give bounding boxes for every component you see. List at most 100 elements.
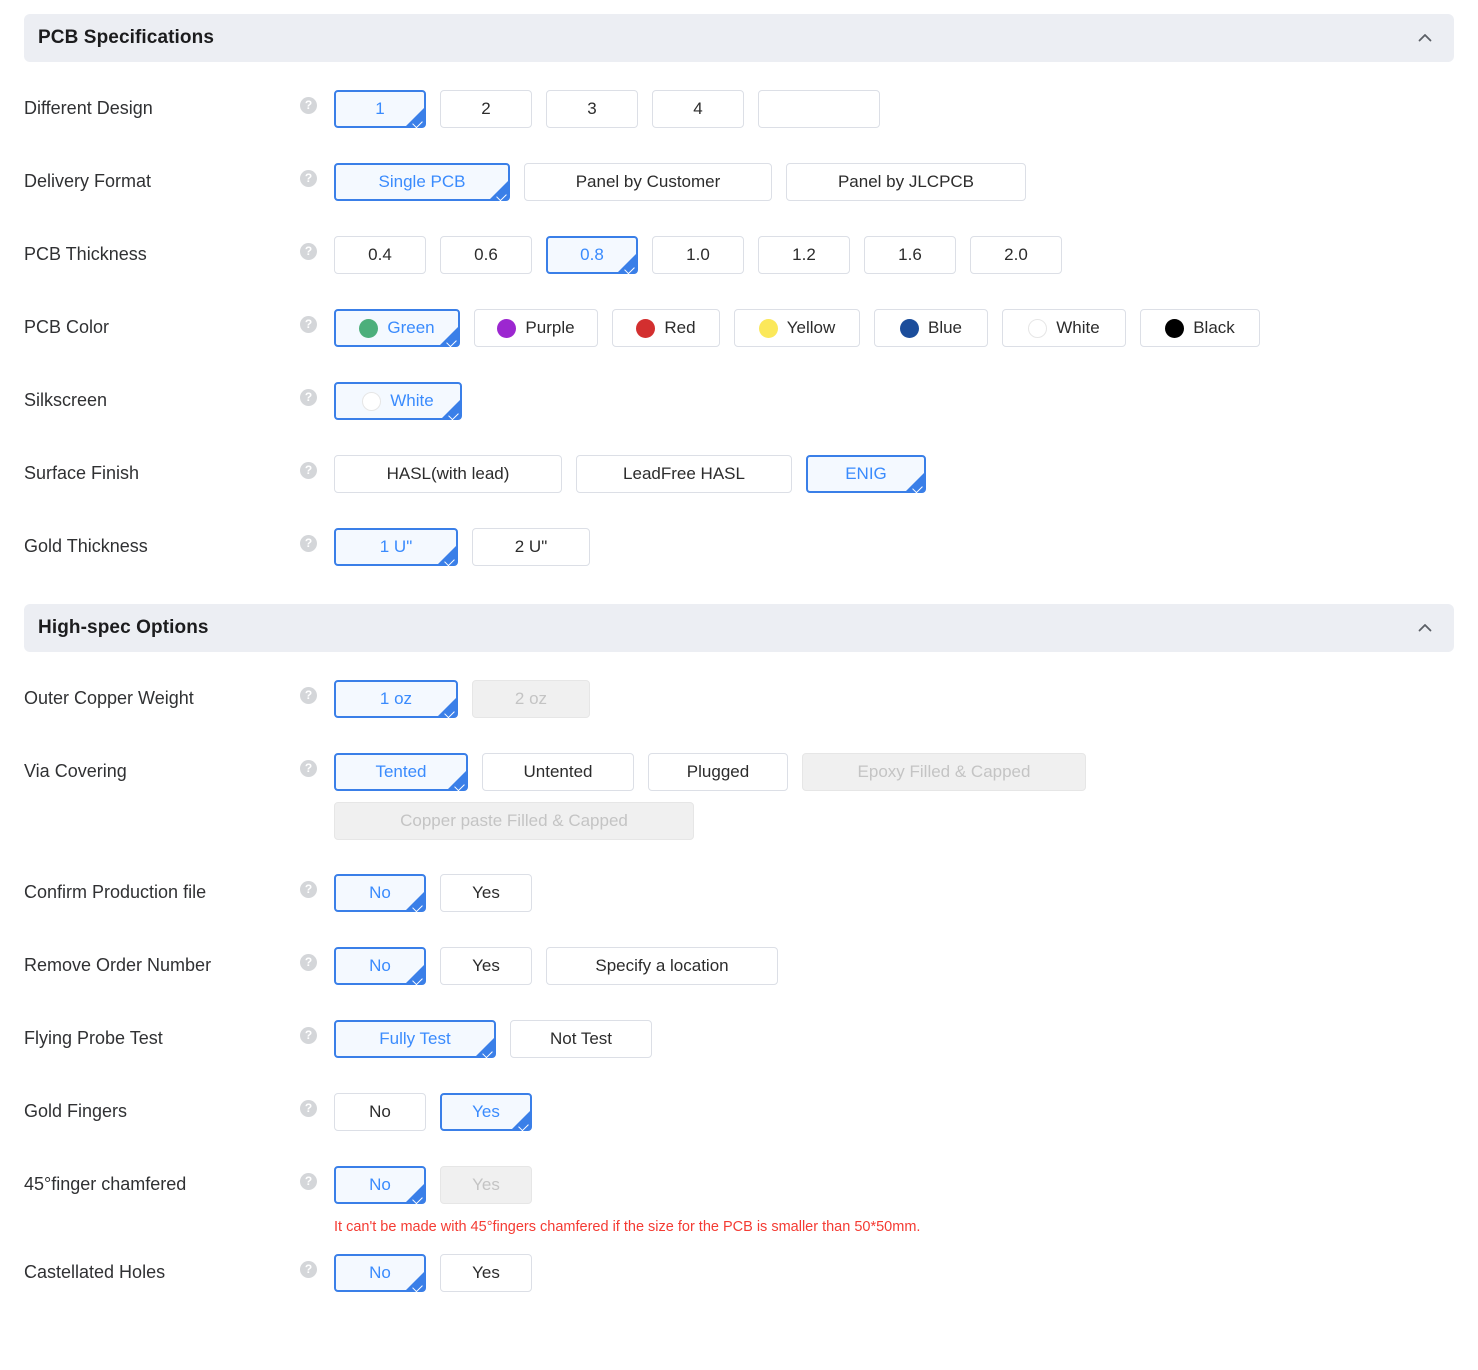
option-via-covering-untented[interactable]: Untented <box>482 753 634 791</box>
option-via-covering-tented[interactable]: Tented <box>334 753 468 792</box>
option-castellated-holes-yes[interactable]: Yes <box>440 1254 532 1292</box>
option-finger-chamfered-yes: Yes <box>440 1166 532 1204</box>
option-via-covering-plugged[interactable]: Plugged <box>648 753 788 791</box>
label-flying-probe-test: Flying Probe Test <box>24 1028 163 1048</box>
option-pcb-color-red[interactable]: Red <box>612 309 720 347</box>
option-different-design-4[interactable]: 4 <box>652 90 744 128</box>
help-icon-pcb-color[interactable]: ? <box>300 309 322 333</box>
option-delivery-format-single-pcb[interactable]: Single PCB <box>334 163 510 202</box>
option-pcb-color-black[interactable]: Black <box>1140 309 1260 347</box>
section-header-high-spec-options[interactable]: High-spec Options <box>24 604 1454 652</box>
label-remove-order-number: Remove Order Number <box>24 955 212 975</box>
option-outer-copper-weight-1oz[interactable]: 1 oz <box>334 680 458 719</box>
option-via-covering-epoxy-filled-capped: Epoxy Filled & Capped <box>802 753 1086 791</box>
option-surface-finish-leadfree-hasl[interactable]: LeadFree HASL <box>576 455 792 493</box>
option-pcb-thickness-2-0[interactable]: 2.0 <box>970 236 1062 274</box>
option-gold-thickness-1u[interactable]: 1 U" <box>334 528 458 567</box>
options-delivery-format: Single PCB Panel by Customer Panel by JL… <box>322 163 1478 202</box>
options-gold-thickness: 1 U" 2 U" <box>322 528 1478 567</box>
row-flying-probe-test: Flying Probe Test ? Fully Test Not Test <box>0 1020 1478 1060</box>
row-delivery-format: Delivery Format ? Single PCB Panel by Cu… <box>0 163 1478 203</box>
option-pcb-color-purple[interactable]: Purple <box>474 309 598 347</box>
option-delivery-format-panel-by-jlcpcb[interactable]: Panel by JLCPCB <box>786 163 1026 201</box>
help-icon-flying-probe-test[interactable]: ? <box>300 1020 322 1044</box>
options-pcb-thickness: 0.4 0.6 0.8 1.0 1.2 1.6 2.0 <box>322 236 1478 275</box>
help-icon-remove-order-number[interactable]: ? <box>300 947 322 971</box>
row-remove-order-number: Remove Order Number ? No Yes Specify a l… <box>0 947 1478 987</box>
help-icon-finger-chamfered[interactable]: ? <box>300 1166 322 1190</box>
help-icon-via-covering[interactable]: ? <box>300 753 322 777</box>
option-different-design-1[interactable]: 1 <box>334 90 426 129</box>
warning-finger-chamfered: It can't be made with 45°fingers chamfer… <box>334 1219 921 1235</box>
option-flying-probe-test-not-test[interactable]: Not Test <box>510 1020 652 1058</box>
label-confirm-production-file: Confirm Production file <box>24 882 207 902</box>
options-gold-fingers: No Yes <box>322 1093 1478 1132</box>
option-pcb-color-green[interactable]: Green <box>334 309 460 348</box>
option-different-design-2[interactable]: 2 <box>440 90 532 128</box>
row-pcb-color: PCB Color ? Green Purple Red Yellow Blue… <box>0 309 1478 349</box>
row-surface-finish: Surface Finish ? HASL(with lead) LeadFre… <box>0 455 1478 495</box>
color-swatch-red <box>636 318 656 338</box>
label-delivery-format: Delivery Format <box>24 171 152 191</box>
option-gold-fingers-no[interactable]: No <box>334 1093 426 1131</box>
options-castellated-holes: No Yes <box>322 1254 1478 1293</box>
help-icon-confirm-production-file[interactable]: ? <box>300 874 322 898</box>
help-icon-gold-fingers[interactable]: ? <box>300 1093 322 1117</box>
options-finger-chamfered: No Yes It can't be made with 45°fingers … <box>322 1166 1478 1237</box>
label-via-covering: Via Covering <box>24 761 127 781</box>
help-icon-surface-finish[interactable]: ? <box>300 455 322 479</box>
label-finger-chamfered: 45°finger chamfered <box>24 1174 187 1194</box>
option-gold-thickness-2u[interactable]: 2 U" <box>472 528 590 566</box>
option-pcb-thickness-0-6[interactable]: 0.6 <box>440 236 532 274</box>
color-swatch-white <box>1028 318 1048 338</box>
option-remove-order-number-yes[interactable]: Yes <box>440 947 532 985</box>
option-pcb-color-yellow[interactable]: Yellow <box>734 309 860 347</box>
chevron-up-icon[interactable] <box>1416 619 1434 637</box>
section-header-pcb-specifications[interactable]: PCB Specifications <box>24 14 1454 62</box>
options-via-covering: Tented Untented Plugged Epoxy Filled & C… <box>322 753 1112 840</box>
option-delivery-format-panel-by-customer[interactable]: Panel by Customer <box>524 163 772 201</box>
option-pcb-thickness-1-0[interactable]: 1.0 <box>652 236 744 274</box>
row-silkscreen: Silkscreen ? White <box>0 382 1478 422</box>
option-via-covering-copper-paste-filled-capped: Copper paste Filled & Capped <box>334 802 694 840</box>
option-confirm-production-file-yes[interactable]: Yes <box>440 874 532 912</box>
option-remove-order-number-specify-a-location[interactable]: Specify a location <box>546 947 778 985</box>
help-icon-silkscreen[interactable]: ? <box>300 382 322 406</box>
options-remove-order-number: No Yes Specify a location <box>322 947 1478 986</box>
option-pcb-thickness-1-6[interactable]: 1.6 <box>864 236 956 274</box>
color-swatch-white <box>362 391 382 411</box>
color-swatch-purple <box>497 318 517 338</box>
help-icon-pcb-thickness[interactable]: ? <box>300 236 322 260</box>
option-confirm-production-file-no[interactable]: No <box>334 874 426 913</box>
option-silkscreen-white[interactable]: White <box>334 382 462 421</box>
option-outer-copper-weight-2oz: 2 oz <box>472 680 590 718</box>
chevron-up-icon[interactable] <box>1416 29 1434 47</box>
option-finger-chamfered-no[interactable]: No <box>334 1166 426 1205</box>
option-pcb-thickness-1-2[interactable]: 1.2 <box>758 236 850 274</box>
help-icon-castellated-holes[interactable]: ? <box>300 1254 322 1278</box>
color-swatch-blue <box>899 318 919 338</box>
different-design-custom-input[interactable] <box>758 90 880 128</box>
options-outer-copper-weight: 1 oz 2 oz <box>322 680 1478 719</box>
option-castellated-holes-no[interactable]: No <box>334 1254 426 1293</box>
option-flying-probe-test-fully-test[interactable]: Fully Test <box>334 1020 496 1059</box>
option-pcb-color-blue[interactable]: Blue <box>874 309 988 347</box>
label-outer-copper-weight: Outer Copper Weight <box>24 688 194 708</box>
row-different-design: Different Design ? 1 2 3 4 <box>0 90 1478 130</box>
option-pcb-thickness-0-8[interactable]: 0.8 <box>546 236 638 275</box>
help-icon-outer-copper-weight[interactable]: ? <box>300 680 322 704</box>
option-pcb-color-white[interactable]: White <box>1002 309 1126 347</box>
help-icon-gold-thickness[interactable]: ? <box>300 528 322 552</box>
option-surface-finish-hasl-with-lead[interactable]: HASL(with lead) <box>334 455 562 493</box>
option-pcb-thickness-0-4[interactable]: 0.4 <box>334 236 426 274</box>
options-confirm-production-file: No Yes <box>322 874 1478 913</box>
option-remove-order-number-no[interactable]: No <box>334 947 426 986</box>
color-swatch-yellow <box>758 318 778 338</box>
help-icon-delivery-format[interactable]: ? <box>300 163 322 187</box>
label-different-design: Different Design <box>24 98 153 118</box>
help-icon-different-design[interactable]: ? <box>300 90 322 114</box>
options-surface-finish: HASL(with lead) LeadFree HASL ENIG <box>322 455 1478 494</box>
option-surface-finish-enig[interactable]: ENIG <box>806 455 926 494</box>
option-different-design-3[interactable]: 3 <box>546 90 638 128</box>
option-gold-fingers-yes[interactable]: Yes <box>440 1093 532 1132</box>
